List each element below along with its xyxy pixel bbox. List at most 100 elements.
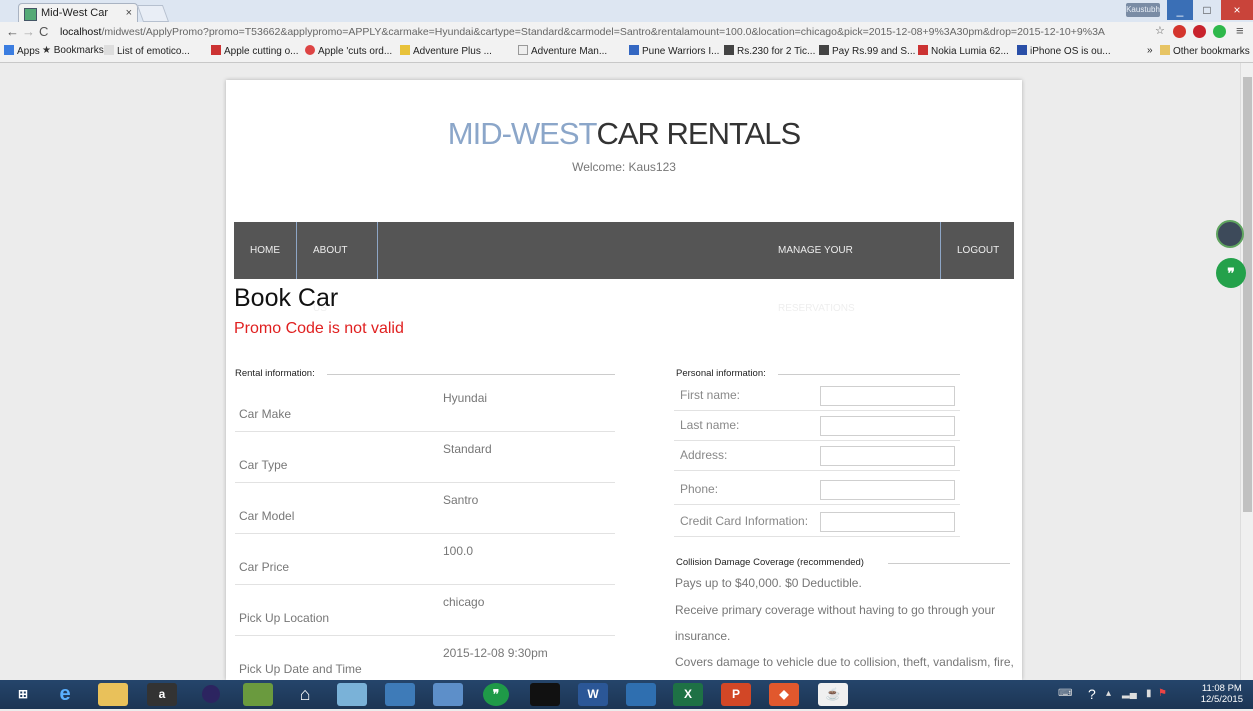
ie-icon[interactable]: e	[50, 683, 80, 706]
first-name-row: First name:	[674, 382, 960, 411]
pinterest-icon[interactable]	[1193, 25, 1206, 38]
powerpoint-icon[interactable]: P	[721, 683, 751, 706]
windows-taskbar: ⊞ e a ⌂ ❞ W X P ◆ ☕ ⌨ ? ▴ ▂▄ ▮ ⚑ 11:08 P…	[0, 680, 1253, 709]
rental-row-make: Car Make Hyundai	[235, 381, 615, 432]
eclipse-icon[interactable]	[196, 683, 226, 706]
bookmark-item[interactable]: Rs.230 for 2 Tic...	[724, 45, 815, 57]
close-window-button[interactable]: ×	[1221, 0, 1253, 20]
phone-row: Phone:	[674, 476, 960, 505]
divider	[327, 374, 615, 375]
site-icon	[629, 45, 639, 55]
keyboard-icon[interactable]: ⌨	[1058, 688, 1072, 699]
site-icon	[724, 45, 734, 55]
nav-about-us[interactable]: ABOUT US	[297, 222, 378, 314]
java-icon[interactable]: ☕	[818, 683, 848, 706]
excel-icon[interactable]: X	[673, 683, 703, 706]
bookmark-item[interactable]: Pune Warriors I...	[629, 45, 719, 57]
app-icon[interactable]	[626, 683, 656, 706]
reload-icon[interactable]: C	[39, 24, 48, 39]
first-name-label: First name:	[680, 388, 741, 402]
flag-icon[interactable]: ⚑	[1158, 688, 1167, 699]
other-bookmarks[interactable]: Other bookmarks	[1160, 45, 1250, 57]
url-path: /midwest/ApplyPromo?promo=T53662&applypr…	[101, 26, 1105, 38]
apps-bookmark[interactable]: Apps	[4, 45, 40, 57]
scrollbar-thumb[interactable]	[1243, 77, 1252, 512]
terminal-icon[interactable]	[530, 683, 560, 706]
cdw-line: Receive primary coverage without having …	[675, 603, 996, 617]
bookmark-item[interactable]: Nokia Lumia 62...	[918, 45, 1009, 57]
brand-rest: CAR RENTALS	[596, 116, 801, 151]
personal-section-header: Personal information:	[676, 368, 961, 379]
profile-badge[interactable]: Kaustubh	[1126, 3, 1160, 17]
chrome-icon[interactable]	[433, 683, 463, 706]
bookmark-item[interactable]: List of emotico...	[104, 45, 190, 57]
cdw-line: insurance.	[675, 629, 731, 643]
site-icon	[400, 45, 410, 55]
last-name-input[interactable]	[820, 416, 955, 436]
first-name-input[interactable]	[820, 386, 955, 406]
hangouts-icon[interactable]: ❞	[483, 683, 509, 706]
amazon-icon[interactable]: a	[147, 683, 177, 706]
git-icon[interactable]: ◆	[769, 683, 799, 706]
url-input[interactable]: localhost/midwest/ApplyPromo?promo=T5366…	[60, 24, 1160, 40]
bookmark-item[interactable]: Adventure Man...	[518, 45, 607, 57]
back-icon[interactable]: ←	[6, 24, 19, 39]
phone-input[interactable]	[820, 480, 955, 500]
last-name-row: Last name:	[674, 412, 960, 441]
site-brand: MID-WESTCAR RENTALS	[226, 116, 1022, 152]
start-button[interactable]: ⊞	[8, 683, 38, 706]
tray-expand-icon[interactable]: ▴	[1106, 688, 1111, 699]
cdw-section-title: Collision Damage Coverage (recommended)	[676, 557, 864, 568]
bookmark-item[interactable]: Adventure Plus ...	[400, 45, 492, 57]
bookmark-item[interactable]: Pay Rs.99 and S...	[819, 45, 915, 57]
car-model-value: Santro	[443, 493, 479, 507]
bookmark-item[interactable]: Apple cutting o...	[211, 45, 299, 57]
browser-tab[interactable]: Mid-West Car Rental ×	[18, 3, 138, 38]
maximize-button[interactable]: □	[1194, 0, 1220, 20]
credit-card-input[interactable]	[820, 512, 955, 532]
adblock-icon[interactable]	[1173, 25, 1186, 38]
rental-row-price: Car Price 100.0	[235, 534, 615, 585]
file-explorer-icon[interactable]	[98, 683, 128, 706]
promo-error: Promo Code is not valid	[234, 320, 404, 337]
scrollbar[interactable]	[1240, 63, 1253, 680]
car-type-value: Standard	[443, 442, 492, 456]
minimize-button[interactable]: _	[1167, 0, 1193, 20]
more-bookmarks-button[interactable]: »	[1147, 45, 1153, 56]
user-avatar-bubble[interactable]	[1216, 220, 1244, 248]
page-title: Book Car	[234, 284, 339, 312]
last-name-label: Last name:	[680, 418, 740, 432]
help-icon[interactable]: ?	[1088, 686, 1096, 702]
nav-manage-reservations[interactable]: MANAGE YOUR RESERVATIONS	[762, 222, 940, 314]
car-model-label: Car Model	[239, 509, 295, 523]
nav-logout[interactable]: LOGOUT	[940, 222, 1014, 279]
word-icon[interactable]: W	[578, 683, 608, 706]
play-extension-icon[interactable]	[1213, 25, 1226, 38]
quote-chat-icon[interactable]: ❞	[1216, 258, 1246, 288]
clock[interactable]: 11:08 PM 12/5/2015	[1201, 683, 1243, 705]
bookmarks-bookmark[interactable]: ★ Bookmarks	[42, 45, 104, 56]
bookmark-item[interactable]: Apple 'cuts ord...	[305, 45, 392, 57]
star-icon[interactable]: ☆	[1155, 24, 1165, 37]
app-icon[interactable]	[385, 683, 415, 706]
menu-icon[interactable]: ≡	[1236, 23, 1244, 38]
pickup-time-label: Pick Up Date and Time	[239, 662, 362, 676]
rental-row-type: Car Type Standard	[235, 432, 615, 483]
wikipedia-icon	[104, 45, 114, 55]
home-icon[interactable]: ⌂	[290, 683, 320, 706]
cdw-section-header: Collision Damage Coverage (recommended)	[676, 557, 1012, 568]
bookmark-item[interactable]: iPhone OS is ou...	[1017, 45, 1111, 57]
new-tab-button[interactable]	[136, 5, 170, 22]
nav-home[interactable]: HOME	[234, 222, 297, 279]
tab-strip: Mid-West Car Rental × Kaustubh _ □ ×	[0, 0, 1253, 38]
address-input[interactable]	[820, 446, 955, 466]
site-icon	[918, 45, 928, 55]
news-icon	[305, 45, 315, 55]
app-icon[interactable]	[243, 683, 273, 706]
tab-close-icon[interactable]: ×	[126, 4, 132, 23]
app-icon[interactable]	[337, 683, 367, 706]
phone-label: Phone:	[680, 482, 719, 496]
personal-section-title: Personal information:	[676, 368, 766, 379]
forward-icon[interactable]: →	[22, 24, 35, 39]
divider	[778, 374, 960, 375]
